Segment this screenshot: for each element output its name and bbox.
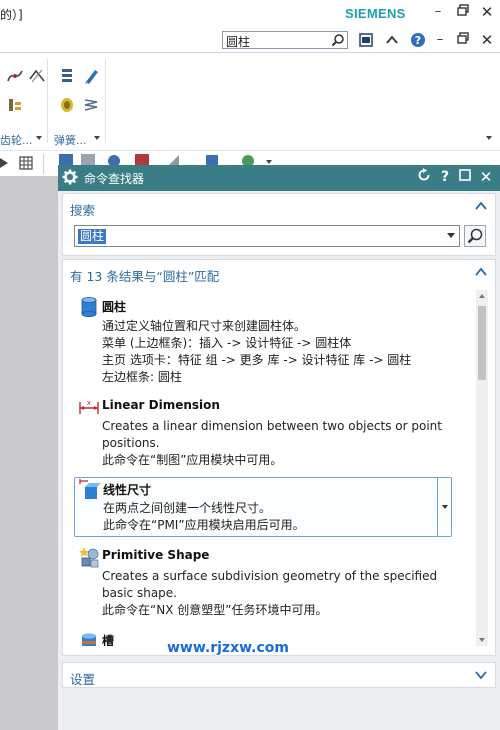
finder-search-value: 圆柱: [78, 229, 107, 244]
siemens-logo: SIEMENS: [345, 6, 406, 21]
chevron-up-icon[interactable]: [384, 32, 400, 48]
finder-search-input[interactable]: 圆柱: [74, 225, 460, 247]
panel-title: 命令查找器: [84, 172, 145, 186]
finder-search-button[interactable]: [464, 225, 486, 247]
result-menu-path: 菜单 (上边框条)：插入 -> 设计特征 -> 圆柱体: [102, 336, 352, 350]
result-item-pmi-linear-dimension[interactable]: 线性尺寸 在两点之间创建一个线性尺寸。 此命令在“PMI”应用模块启用后可用。: [74, 477, 452, 537]
linear-dimension-icon: x: [79, 399, 99, 414]
result-item-linear-dimension[interactable]: x Linear Dimension Creates a linear dime…: [74, 394, 466, 472]
gear-icon: [62, 169, 78, 185]
svg-text:x: x: [87, 399, 91, 407]
stack-icon[interactable]: [58, 67, 76, 85]
restore-button[interactable]: [455, 4, 471, 20]
chevron-down-icon[interactable]: [486, 136, 492, 141]
settings-section: 设置: [62, 662, 496, 688]
minimize-button[interactable]: –: [430, 4, 446, 20]
help-button[interactable]: ?: [436, 168, 454, 186]
search-history-dropdown[interactable]: [447, 233, 455, 238]
groove-icon: [82, 633, 96, 646]
chevron-down-icon[interactable]: [94, 136, 100, 141]
title-bar: 的）] SIEMENS – ✕: [0, 0, 500, 28]
search-section-header[interactable]: 搜索: [63, 194, 495, 220]
window-layout-icon[interactable]: [358, 32, 374, 48]
results-section-title: 有 13 条结果与“圆柱”匹配: [70, 269, 220, 284]
results-section: 有 13 条结果与“圆柱”匹配 圆柱 通过定义轴位置和尺寸来创建圆柱体。 菜单 …: [62, 259, 496, 656]
result-title: Primitive Shape: [102, 548, 210, 562]
maximize-icon: [459, 169, 471, 181]
scroll-thumb[interactable]: [478, 306, 486, 380]
ribbon-group-spring-label[interactable]: 弹簧...: [54, 132, 87, 148]
result-title: 圆柱: [102, 300, 127, 314]
ribbon-separator: [105, 59, 106, 143]
result-availability: 此命令在“PMI”应用模块启用后可用。: [103, 518, 305, 532]
result-ribbon-path: 主页 选项卡：特征 组 -> 更多 库 -> 设计特征 库 -> 圆柱: [102, 353, 412, 367]
ribbon-separator: [47, 59, 48, 143]
pmi-linear-dimension-icon: [79, 479, 101, 499]
primitive-shape-icon: [79, 547, 99, 568]
panel-header: 命令查找器 ? ✕: [58, 165, 500, 191]
result-description: Creates a surface subdivision geometry o…: [102, 569, 438, 583]
graphics-canvas[interactable]: [0, 176, 58, 730]
settings-section-title: 设置: [70, 672, 96, 687]
svg-text:?: ?: [415, 34, 421, 47]
result-description: 通过定义轴位置和尺寸来创建圆柱体。: [102, 319, 307, 333]
result-availability: 此命令在“制图”应用模块中可用。: [102, 453, 283, 467]
doc-close-button[interactable]: ✕: [479, 32, 495, 48]
restore-icon: [457, 4, 469, 16]
result-description: Creates a linear dimension between two o…: [102, 419, 442, 433]
chevron-up-icon[interactable]: [475, 267, 487, 277]
result-title: 槽: [102, 634, 115, 646]
search-section: 搜索 圆柱: [62, 193, 496, 256]
results-section-header[interactable]: 有 13 条结果与“圆柱”匹配: [63, 260, 495, 286]
doc-minimize-button[interactable]: –: [432, 32, 448, 48]
search-icon[interactable]: [331, 33, 345, 47]
results-scrollbar[interactable]: [476, 290, 488, 646]
window-title: 的）]: [0, 8, 23, 22]
result-description: positions.: [102, 436, 160, 450]
gear-array-icon[interactable]: [6, 96, 24, 114]
reset-icon: [418, 168, 430, 181]
restore-icon: [457, 32, 469, 44]
command-strip: 圆柱 ? – ✕: [0, 28, 500, 52]
settings-section-header[interactable]: 设置: [63, 663, 495, 689]
search-section-title: 搜索: [70, 203, 96, 218]
result-item-cylinder[interactable]: 圆柱 通过定义轴位置和尺寸来创建圆柱体。 菜单 (上边框条)：插入 -> 设计特…: [74, 294, 466, 390]
command-search-value: 圆柱: [226, 35, 251, 49]
result-item-primitive-shape[interactable]: Primitive Shape Creates a surface subdiv…: [74, 544, 466, 622]
result-description: basic shape.: [102, 586, 177, 600]
pen-icon[interactable]: [82, 67, 100, 85]
chevron-down-icon[interactable]: [36, 136, 42, 141]
chevron-down-icon: [442, 505, 448, 509]
select-icon[interactable]: [0, 155, 16, 171]
curve-tool-2-icon[interactable]: [28, 67, 46, 85]
curve-tool-icon[interactable]: [6, 67, 24, 85]
search-icon: [467, 228, 483, 244]
chevron-up-icon[interactable]: [475, 201, 487, 211]
scroll-down-arrow[interactable]: [479, 638, 485, 642]
scroll-up-arrow[interactable]: [479, 294, 485, 298]
maximize-button[interactable]: [456, 168, 474, 186]
coil-icon[interactable]: [58, 96, 76, 114]
panel-close-button[interactable]: ✕: [477, 168, 495, 186]
watermark: www.rjzxw.com: [167, 640, 289, 656]
result-availability: 此命令在“NX 创意塑型”任务环境中可用。: [102, 603, 328, 617]
cylinder-icon: [81, 297, 97, 317]
chevron-down-icon[interactable]: [475, 670, 487, 680]
result-title: Linear Dimension: [102, 398, 220, 412]
ribbon: 齿轮... 弹簧...: [0, 52, 500, 148]
spring-icon[interactable]: [82, 96, 100, 114]
reset-button[interactable]: [415, 168, 433, 186]
result-options-menu[interactable]: [437, 478, 451, 536]
toolbar-separator: [43, 154, 44, 174]
results-list: 圆柱 通过定义轴位置和尺寸来创建圆柱体。 菜单 (上边框条)：插入 -> 设计特…: [74, 290, 488, 646]
result-description: 在两点之间创建一个线性尺寸。: [103, 501, 272, 515]
help-icon[interactable]: ?: [410, 32, 426, 48]
doc-restore-button[interactable]: [455, 32, 471, 48]
grid-icon[interactable]: [18, 155, 34, 171]
command-search-input[interactable]: 圆柱: [222, 31, 348, 49]
result-border-path: 左边框条: 圆柱: [102, 370, 182, 384]
close-button[interactable]: ✕: [479, 4, 495, 20]
ribbon-group-gear-label[interactable]: 齿轮...: [0, 132, 33, 148]
result-title: 线性尺寸: [103, 483, 152, 497]
